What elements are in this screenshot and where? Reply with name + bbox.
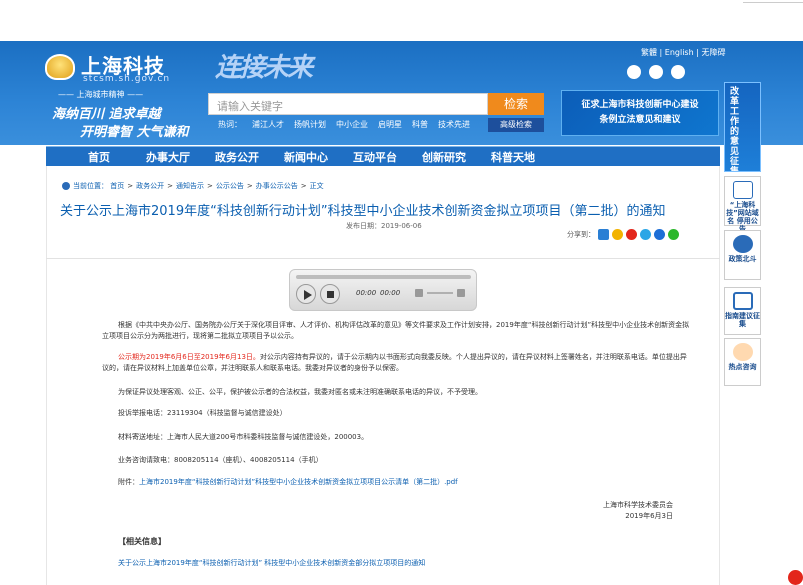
sidebar-widget-label: “上海科技”网站域名 停用公告: [726, 201, 759, 233]
publish-date: 发布日期：2019-06-06: [346, 222, 422, 230]
paragraph-1: 根据《中共中央办公厅、国务院办公厅关于深化项目评审、人才评价、机构评估改革的意见…: [102, 321, 690, 340]
search-button[interactable]: 检索: [488, 93, 544, 115]
sidebar-widget-label: 热点咨询: [728, 363, 757, 371]
paragraph-2: 公示期为2019年6月6日至2019年6月13日。对公示内容持有异议的，请于公示…: [102, 352, 692, 374]
signature-date: 2019年6月3日: [625, 512, 673, 520]
consult-phone: 业务咨询请致电：8008205114（座机）、4008205114（手机）: [118, 456, 323, 464]
attachment-pdf-link[interactable]: 上海市2019年度“科技创新行动计划”科技型中小企业技术创新资金拟立项项目公示清…: [139, 478, 458, 486]
logo-emblem-icon: [45, 54, 75, 80]
mailing-address: 材料寄送地址：上海市人民大道200号市科委科技监督与诚信建设处，200003。: [118, 433, 369, 441]
breadcrumb-item: 正文: [309, 182, 324, 190]
sidebar-widget-domain-notice[interactable]: “上海科技”网站域名 停用公告: [724, 176, 761, 233]
hot-word-4[interactable]: 启明星: [378, 120, 402, 129]
hot-word-2[interactable]: 扬帆计划: [294, 120, 326, 129]
audio-progress-bar[interactable]: [296, 275, 471, 279]
hot-word-1[interactable]: 浦江人才: [252, 120, 284, 129]
volume-slider[interactable]: [415, 289, 465, 297]
hot-words: 热词： 浦江人才 扬帆计划 中小企业 启明星 科普 技术先进: [218, 119, 480, 130]
weibo-share-icon[interactable]: [626, 229, 637, 240]
globe-icon: [732, 235, 753, 253]
top-white-strip: [0, 0, 803, 41]
breadcrumb-item[interactable]: 政务公开: [136, 182, 164, 190]
volume-mute-icon[interactable]: [415, 289, 423, 297]
document-icon: [732, 292, 753, 310]
hot-word-5[interactable]: 科普: [412, 120, 428, 129]
search-input[interactable]: 请输入关键字: [208, 93, 488, 115]
legislation-banner[interactable]: 征求上海市科技创新中心建设 条例立法意见和建议: [561, 90, 719, 136]
main-nav: 首页 办事大厅 政务公开 新闻中心 互动平台 创新研究 科普天地: [46, 146, 720, 166]
top-ghost-bar: [743, 0, 803, 3]
favorite-star-icon[interactable]: [612, 229, 623, 240]
qzone-share-icon[interactable]: [640, 229, 651, 240]
sidebar-widget-policy[interactable]: 政策北斗: [724, 230, 761, 280]
avatar-icon: [732, 343, 753, 361]
nav-item-home[interactable]: 首页: [88, 149, 110, 165]
sidebar-vertical-ad[interactable]: 改革工作的意见征集众舞上海科技改: [724, 82, 761, 172]
volume-max-icon[interactable]: [457, 289, 465, 297]
floating-corner-icon[interactable]: [788, 570, 803, 585]
share-plus-icon[interactable]: [598, 229, 609, 240]
breadcrumb: 当前位置： 首页 > 政务公开 > 通知告示 > 公示公告 > 办事公示公告 > 正文: [62, 181, 324, 191]
banner-line-1: 征求上海市科技创新中心建设: [581, 100, 699, 110]
language-links[interactable]: 繁體 | English | 无障碍: [641, 47, 725, 58]
breadcrumb-prefix: 当前位置：: [73, 182, 108, 190]
sidebar-widget-label: 指南建议征集: [725, 312, 760, 328]
motto-line-2: 开明睿智 大气谦和: [80, 125, 189, 140]
share-label: 分享到：: [567, 230, 595, 239]
mobile-icon[interactable]: [671, 64, 685, 79]
motto-line-1: 海纳百川 追求卓越: [52, 107, 161, 122]
calligraphy-slogan: 连接未来: [215, 53, 313, 83]
article-title: 关于公示上海市2019年度“科技创新行动计划”科技型中小企业技术创新资金拟立项项…: [60, 204, 666, 219]
page: 上海科技 stcsm.sh.gov.cn —— 上海城市精神 —— 海纳百川 追…: [0, 0, 803, 585]
notice-period: 公示期为2019年6月6日至2019年6月13日。: [118, 353, 260, 361]
sidebar-widget-hot-consult[interactable]: 热点咨询: [724, 338, 761, 386]
hot-word-6[interactable]: 技术先进: [438, 120, 470, 129]
hot-word-3[interactable]: 中小企业: [336, 120, 368, 129]
sidebar-widget-label: 政策北斗: [728, 255, 757, 263]
nav-item-interaction[interactable]: 互动平台: [353, 149, 397, 165]
nav-item-news[interactable]: 新闻中心: [284, 149, 328, 165]
logo-domain: stcsm.sh.gov.cn: [83, 74, 171, 84]
location-icon: [62, 182, 70, 190]
motto-heading: —— 上海城市精神 ——: [58, 90, 144, 99]
sidebar-ad-text: 改革工作的意见征集众舞上海科技改: [729, 87, 739, 172]
qq-share-icon[interactable]: [654, 229, 665, 240]
weibo-icon[interactable]: [627, 64, 641, 79]
related-info-heading: 【相关信息】: [118, 537, 166, 546]
attachment-row: 附件：上海市2019年度“科技创新行动计划”科技型中小企业技术创新资金拟立项项目…: [118, 477, 692, 488]
sidebar-widget-guide[interactable]: 指南建议征集: [724, 287, 761, 335]
attachment-label: 附件：: [118, 478, 139, 486]
signature-org: 上海市科学技术委员会: [603, 501, 673, 509]
audio-time-current: 00:00: [356, 289, 377, 297]
title-divider: [46, 258, 720, 259]
breadcrumb-item[interactable]: 首页: [110, 182, 124, 190]
wechat-share-icon[interactable]: [668, 229, 679, 240]
advanced-search-button[interactable]: 高级检索: [488, 118, 544, 132]
breadcrumb-item[interactable]: 办事公示公告: [256, 182, 298, 190]
speaker-icon: [732, 181, 753, 199]
stop-button[interactable]: [320, 284, 340, 304]
nav-item-service-hall[interactable]: 办事大厅: [146, 149, 190, 165]
paragraph-3: 为保证异议处理客观、公正、公平，保护被公示者的合法权益，我委对匿名或未注明准确联…: [118, 388, 482, 396]
nav-item-science-pop[interactable]: 科普天地: [491, 149, 535, 165]
nav-item-gov-affairs[interactable]: 政务公开: [215, 149, 259, 165]
audio-time-total: 00:00: [380, 289, 401, 297]
site-logo[interactable]: 上海科技 stcsm.sh.gov.cn: [45, 50, 195, 90]
hot-words-label: 热词：: [218, 120, 242, 129]
breadcrumb-item[interactable]: 通知告示: [176, 182, 204, 190]
volume-track[interactable]: [427, 292, 453, 294]
play-button[interactable]: [296, 284, 316, 304]
social-icons: [627, 61, 693, 80]
share-bar: 分享到：: [567, 229, 679, 240]
wechat-icon[interactable]: [649, 64, 663, 79]
audio-player: 00:00 00:00: [289, 269, 477, 311]
banner-line-2: 条例立法意见和建议: [599, 115, 681, 125]
nav-item-research[interactable]: 创新研究: [422, 149, 466, 165]
related-article-link[interactable]: 关于公示上海市2019年度“科技创新行动计划” 科技型中小企业技术创新资金部分拟…: [118, 558, 425, 568]
complaint-phone: 投诉举报电话：23119304（科技监督与诚信建设处）: [118, 409, 287, 417]
breadcrumb-item[interactable]: 公示公告: [216, 182, 244, 190]
